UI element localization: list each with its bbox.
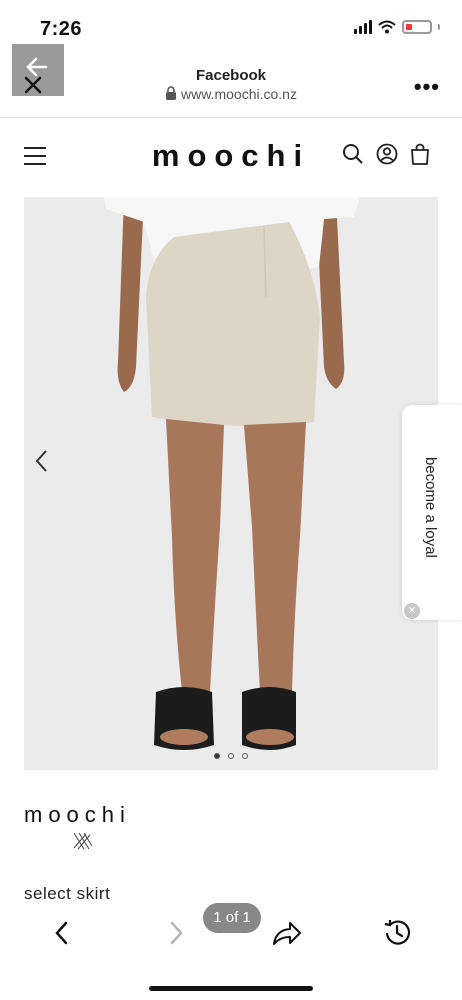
carousel-dot[interactable] (242, 753, 248, 759)
bag-icon[interactable] (410, 143, 430, 165)
signal-icon (354, 20, 372, 34)
carousel-dots (0, 753, 462, 759)
account-icon[interactable] (376, 143, 398, 165)
product-brand: moochi (24, 802, 131, 827)
close-icon[interactable]: ✕ (404, 603, 420, 619)
more-icon[interactable]: ••• (414, 74, 440, 100)
browser-url[interactable]: www.moochi.co.nz (0, 86, 462, 102)
lock-icon (166, 86, 177, 100)
carousel-dot[interactable] (228, 753, 234, 759)
share-icon[interactable] (270, 918, 302, 948)
product-image[interactable] (24, 197, 438, 770)
carousel-prev-icon[interactable] (30, 446, 54, 476)
nav-icons (342, 143, 430, 165)
history-icon[interactable] (382, 918, 412, 948)
battery-cap (438, 24, 440, 30)
status-icons (354, 20, 440, 34)
battery-icon (402, 20, 432, 34)
loyalty-tab[interactable]: become a loyal ✕ (402, 405, 462, 620)
search-icon[interactable] (342, 143, 364, 165)
wifi-icon (378, 20, 396, 34)
browser-title: Facebook (195, 67, 267, 84)
back-icon[interactable] (52, 920, 72, 946)
header-divider (0, 117, 462, 118)
url-text: www.moochi.co.nz (181, 86, 297, 102)
status-time: 7:26 (40, 18, 83, 40)
product-photo-illustration (24, 197, 438, 770)
loyalty-text: become a loyal (422, 457, 439, 558)
carousel-dot[interactable] (214, 753, 220, 759)
page-counter: 1 of 1 (203, 903, 261, 933)
forward-icon[interactable] (166, 920, 186, 946)
brand-mark-icon (73, 832, 93, 850)
home-indicator (149, 986, 313, 991)
select-label[interactable]: select skirt (24, 884, 110, 904)
